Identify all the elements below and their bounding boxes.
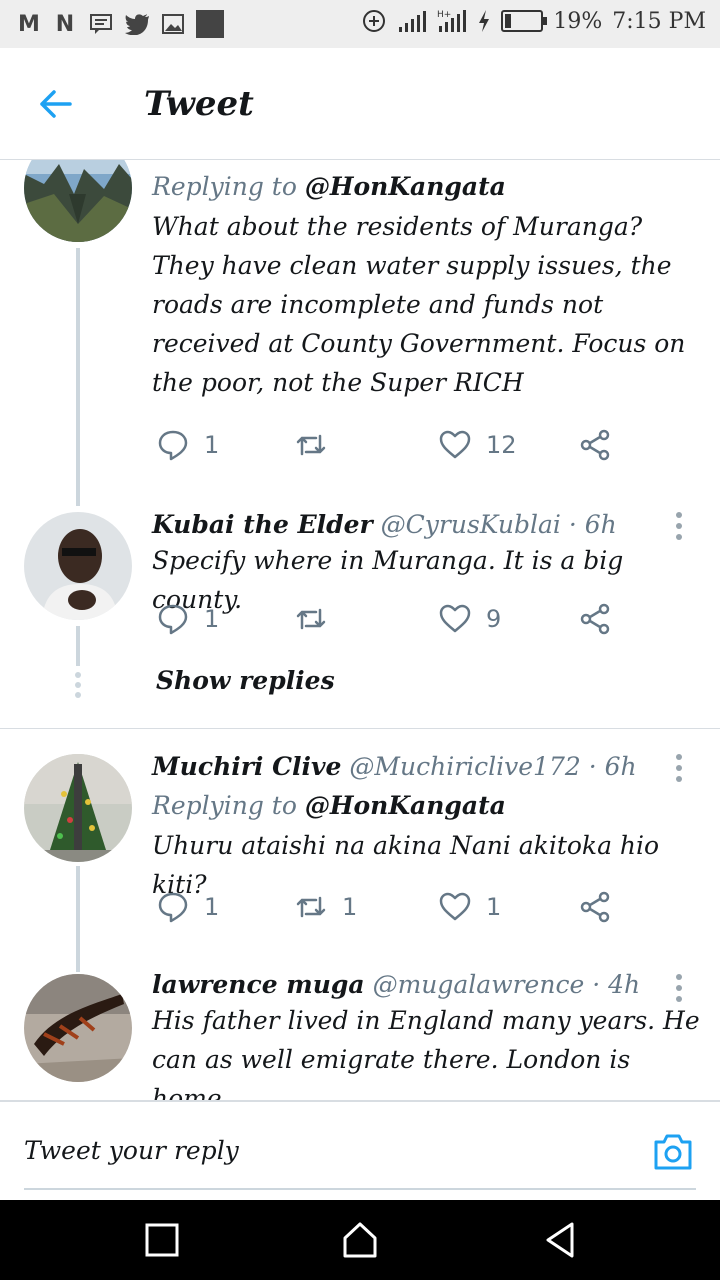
tweet-header: lawrence muga @mugalawrence · 4h xyxy=(152,970,700,999)
share-icon xyxy=(580,891,610,923)
heart-icon xyxy=(439,892,471,921)
like-count: 1 xyxy=(486,893,502,921)
reply-icon xyxy=(158,604,188,635)
reply-count: 1 xyxy=(204,893,220,921)
share-icon xyxy=(580,603,610,635)
display-name[interactable]: Muchiri Clive xyxy=(152,752,341,781)
tweet-content[interactable]: Replying to @HonKangata What about the r… xyxy=(152,172,700,402)
tweet-header: Muchiri Clive @Muchiriclive172 · 6h xyxy=(152,752,700,781)
thread-line xyxy=(76,626,80,666)
share-icon xyxy=(580,429,610,461)
timestamp: · 6h xyxy=(588,752,637,781)
message-icon xyxy=(88,11,114,37)
tweet-content[interactable]: lawrence muga @mugalawrence · 4h His fat… xyxy=(152,970,700,1100)
recents-icon[interactable] xyxy=(142,1220,182,1260)
signal-icon xyxy=(399,11,427,32)
system-navigation-bar xyxy=(0,1200,720,1280)
more-options-icon[interactable] xyxy=(676,754,684,787)
back-icon[interactable] xyxy=(540,1220,580,1260)
retweet-icon xyxy=(296,896,326,918)
replying-to: Replying to @HonKangata xyxy=(152,172,700,201)
collapsed-thread-dots xyxy=(75,672,81,702)
reply-button[interactable]: 1 xyxy=(156,890,219,924)
reply-icon xyxy=(158,892,188,923)
retweet-button[interactable]: 1 xyxy=(294,890,357,924)
gallery-icon xyxy=(160,11,186,37)
display-name[interactable]: Kubai the Elder xyxy=(152,510,373,539)
avatar[interactable] xyxy=(24,512,132,620)
charging-icon xyxy=(479,10,490,32)
timestamp: · 6h xyxy=(568,510,617,539)
heart-icon xyxy=(439,604,471,633)
reply-icon xyxy=(158,430,188,461)
gmail-icon: M xyxy=(18,11,40,37)
thread-line xyxy=(76,248,80,506)
reply-count: 1 xyxy=(204,431,220,459)
retweet-count: 1 xyxy=(342,893,358,921)
like-button[interactable]: 1 xyxy=(438,890,501,924)
thread-line xyxy=(76,866,80,972)
like-count: 12 xyxy=(486,431,517,459)
retweet-button[interactable] xyxy=(294,602,342,636)
clock: 7:15 PM xyxy=(612,8,706,34)
retweet-icon xyxy=(296,608,326,630)
share-button[interactable] xyxy=(578,890,612,924)
tweet-header: Kubai the Elder @CyrusKublai · 6h xyxy=(152,510,700,539)
reply-count: 1 xyxy=(204,605,220,633)
like-count: 9 xyxy=(486,605,502,633)
more-options-icon[interactable] xyxy=(676,512,684,545)
user-handle[interactable]: @mugalawrence xyxy=(373,970,585,999)
signal-2g-icon: H+ xyxy=(437,10,467,32)
mention-link[interactable]: @HonKangata xyxy=(305,172,506,201)
reply-composer: Tweet your reply xyxy=(0,1100,720,1200)
avatar[interactable] xyxy=(24,974,132,1082)
notification-icons: M N xyxy=(16,10,224,38)
tweet-text: His father lived in England many years. … xyxy=(152,1006,700,1100)
tweet-content[interactable]: Muchiri Clive @Muchiriclive172 · 6h Repl… xyxy=(152,752,700,904)
replying-to: Replying to @HonKangata xyxy=(152,791,700,820)
replying-label: Replying to xyxy=(152,172,297,201)
avatar[interactable] xyxy=(24,754,132,862)
back-arrow-icon[interactable] xyxy=(36,84,76,124)
system-indicators: H+ 19% 7:15 PM xyxy=(361,8,706,34)
reply-button[interactable]: 1 xyxy=(156,428,219,462)
data-saver-icon xyxy=(363,10,386,32)
app-icon xyxy=(196,10,224,38)
display-name[interactable]: lawrence muga xyxy=(152,970,365,999)
mention-link[interactable]: @HonKangata xyxy=(305,791,506,820)
user-handle[interactable]: @Muchiriclive172 xyxy=(349,752,580,781)
retweet-icon xyxy=(296,434,326,456)
tweet-actions: 1 1 1 xyxy=(152,890,622,930)
tweet-text: What about the residents of Muranga? The… xyxy=(152,212,686,397)
tweet-actions: 1 12 xyxy=(152,428,622,468)
like-button[interactable]: 9 xyxy=(438,602,501,636)
input-underline xyxy=(24,1188,696,1190)
home-icon[interactable] xyxy=(340,1220,380,1260)
status-bar: M N H+ 19% 7:15 PM xyxy=(0,0,720,48)
replying-label: Replying to xyxy=(152,791,297,820)
timestamp: · 4h xyxy=(592,970,641,999)
reply-button[interactable]: 1 xyxy=(156,602,219,636)
avatar[interactable] xyxy=(24,160,132,242)
svg-text:H+: H+ xyxy=(437,10,451,20)
share-button[interactable] xyxy=(578,602,612,636)
heart-icon xyxy=(439,430,471,459)
more-options-icon[interactable] xyxy=(676,974,684,1007)
tweet-thread[interactable]: Replying to @HonKangata What about the r… xyxy=(0,160,720,1100)
like-button[interactable]: 12 xyxy=(438,428,517,462)
camera-icon[interactable] xyxy=(652,1132,694,1172)
retweet-button[interactable] xyxy=(294,428,342,462)
battery-percent: 19% xyxy=(553,8,603,34)
twitter-icon xyxy=(124,11,150,37)
battery-icon xyxy=(501,10,548,32)
reply-input[interactable]: Tweet your reply xyxy=(24,1136,239,1165)
news-icon: N xyxy=(55,11,75,37)
app-header: Tweet xyxy=(0,48,720,160)
divider xyxy=(0,728,720,729)
tweet-actions: 1 9 xyxy=(152,602,622,642)
share-button[interactable] xyxy=(578,428,612,462)
user-handle[interactable]: @CyrusKublai xyxy=(381,510,561,539)
show-replies-link[interactable]: Show replies xyxy=(156,666,335,695)
page-title: Tweet xyxy=(144,84,254,124)
